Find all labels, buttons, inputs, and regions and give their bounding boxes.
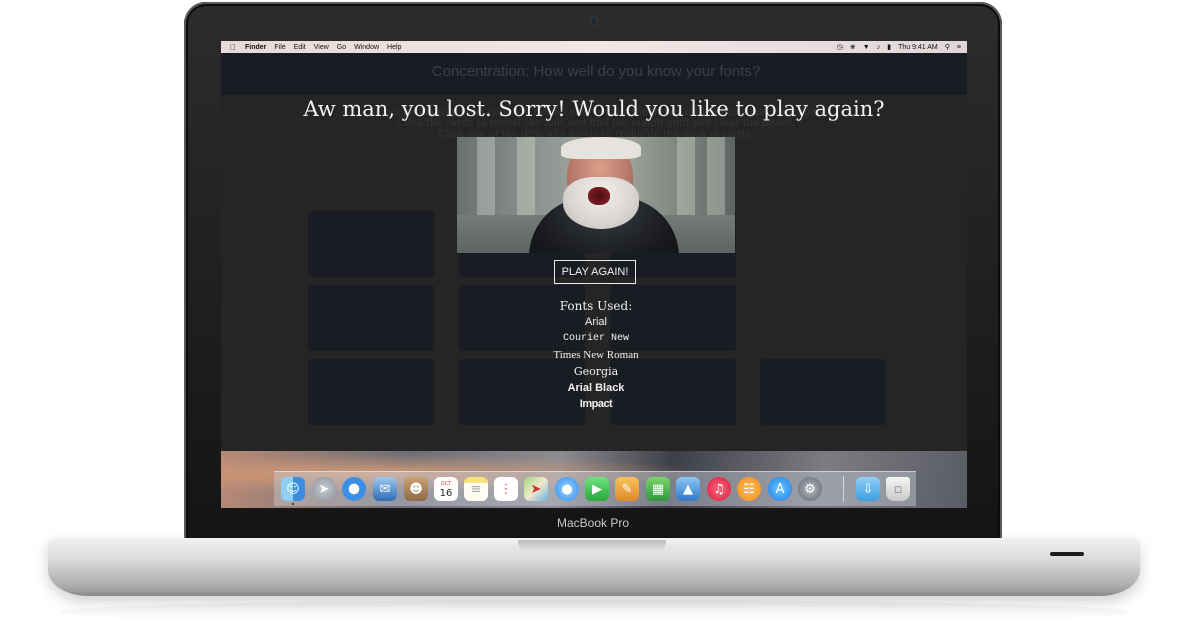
menu-app-name[interactable]: Finder xyxy=(245,44,266,51)
game-card[interactable] xyxy=(308,211,434,277)
page-title: Concentration: How well do you know your… xyxy=(431,63,761,80)
battery-icon[interactable]: ▮ xyxy=(887,43,891,51)
device-label: MacBook Pro xyxy=(556,516,630,530)
numbers-icon[interactable]: ▦ xyxy=(646,477,670,501)
menu-item-file[interactable]: File xyxy=(274,44,285,51)
mail-icon[interactable]: ✉ xyxy=(373,477,397,501)
facetime-icon[interactable]: ▶ xyxy=(585,477,609,501)
laptop-shadow xyxy=(60,600,1130,624)
game-page: Concentration: How well do you know your… xyxy=(221,53,967,451)
font-name-times-new-roman: Times New Roman xyxy=(553,349,639,361)
menu-status-area: ◷ ⋇ ▼ ♪ ▮ Thu 9:41 AM ⚲ ≡ xyxy=(830,41,961,53)
font-name-impact: Impact xyxy=(579,398,613,410)
meme-image xyxy=(457,137,735,253)
time-machine-icon[interactable]: ◷ xyxy=(837,43,843,51)
finder-icon[interactable]: ☺ xyxy=(281,477,305,501)
messages-icon[interactable]: ● xyxy=(555,477,579,501)
dock-divider xyxy=(843,476,844,502)
app-store-icon[interactable]: A xyxy=(768,477,792,501)
font-name-arial-black: Arial Black xyxy=(567,382,625,394)
camera-icon xyxy=(591,18,597,24)
calendar-day: 16 xyxy=(439,488,453,499)
trash-icon[interactable]: ▫ xyxy=(886,477,910,501)
menu-item-edit[interactable]: Edit xyxy=(294,44,306,51)
laptop-notch xyxy=(518,540,666,552)
menu-item-view[interactable]: View xyxy=(314,44,329,51)
calendar-icon[interactable]: OCT 16 xyxy=(434,477,458,501)
font-name-arial: Arial xyxy=(584,316,607,328)
font-name-georgia: Georgia xyxy=(573,365,619,378)
keynote-icon[interactable]: ▲ xyxy=(676,477,700,501)
menu-item-go[interactable]: Go xyxy=(337,44,346,51)
play-again-button[interactable]: PLAY AGAIN! xyxy=(554,260,636,284)
menu-item-help[interactable]: Help xyxy=(387,44,401,51)
apple-menu-icon[interactable]:  xyxy=(230,43,236,52)
menu-bar:  Finder File Edit View Go Window Help ◷… xyxy=(221,41,967,53)
downloads-folder-icon[interactable]: ⇩ xyxy=(856,477,880,501)
music-icon[interactable]: ♫ xyxy=(707,477,731,501)
wifi-icon[interactable]: ▼ xyxy=(863,44,870,51)
font-name-courier-new: Courier New xyxy=(562,333,629,344)
lost-message: Aw man, you lost. Sorry! Would you like … xyxy=(303,97,885,121)
volume-icon[interactable]: ♪ xyxy=(877,44,881,51)
menu-item-window[interactable]: Window xyxy=(354,44,379,51)
screen:  Finder File Edit View Go Window Help ◷… xyxy=(221,41,967,508)
ibooks-icon[interactable]: ☷ xyxy=(737,477,761,501)
dock: ☺ ➤ ❖ ✉ ☻ OCT 16 ≡ ⋮ ➤ ● ▶ ✎ ▦ ▲ ♫ ☷ A ⚙… xyxy=(274,471,916,506)
menu-clock[interactable]: Thu 9:41 AM xyxy=(898,44,938,51)
maps-icon[interactable]: ➤ xyxy=(524,477,548,501)
reminders-icon[interactable]: ⋮ xyxy=(494,477,518,501)
page-header: Concentration: How well do you know your… xyxy=(221,53,967,95)
notification-center-icon[interactable]: ≡ xyxy=(957,44,961,51)
launchpad-icon[interactable]: ➤ xyxy=(312,477,336,501)
laptop-slot xyxy=(1050,552,1084,556)
safari-icon[interactable]: ❖ xyxy=(342,477,366,501)
spotlight-icon[interactable]: ⚲ xyxy=(945,43,950,51)
pages-icon[interactable]: ✎ xyxy=(615,477,639,501)
bluetooth-icon[interactable]: ⋇ xyxy=(850,43,856,51)
notes-icon[interactable]: ≡ xyxy=(464,477,488,501)
contacts-icon[interactable]: ☻ xyxy=(404,477,428,501)
fonts-used-heading: Fonts Used: xyxy=(559,299,633,313)
system-preferences-icon[interactable]: ⚙ xyxy=(798,477,822,501)
